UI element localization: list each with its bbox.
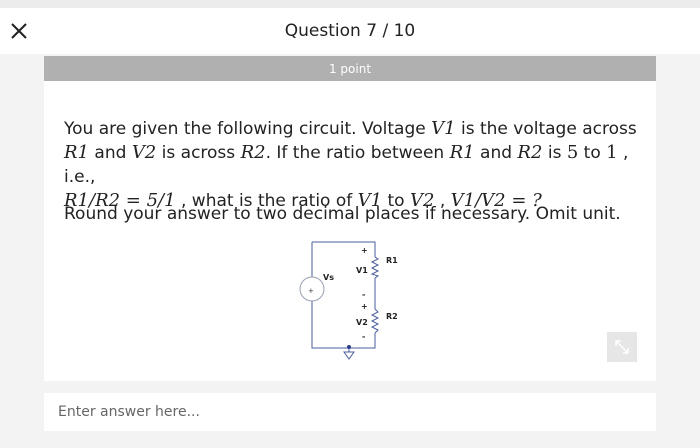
math-v1: V1: [431, 118, 456, 139]
math-r2: R2: [517, 142, 543, 163]
question-text-part: is the voltage across: [455, 119, 637, 139]
expand-icon: [615, 340, 629, 354]
answer-input[interactable]: [44, 393, 656, 431]
question-text-part: is across: [156, 143, 241, 163]
label-r1: R1: [386, 256, 398, 265]
math-r1: R1: [64, 142, 90, 163]
question-text-part: and: [474, 143, 518, 163]
label-v2: V2: [356, 318, 368, 327]
question-text-part: . If the ratio between: [265, 143, 450, 163]
math-r1: R1: [449, 142, 475, 163]
question-text-part: to: [578, 143, 607, 163]
v1-minus-sign: -: [362, 290, 365, 299]
source-plus-sign: +: [308, 287, 314, 295]
v1-plus-sign: +: [361, 246, 368, 255]
label-v1: V1: [356, 266, 368, 275]
instruction-text: Round your answer to two decimal places …: [64, 204, 621, 224]
label-vs: Vs: [323, 273, 334, 282]
expand-image-button[interactable]: [607, 332, 637, 362]
question-text-part: You are given the following circuit. Vol…: [64, 119, 432, 139]
math-five: 5: [566, 142, 579, 163]
question-title: Question 7 / 10: [284, 21, 416, 41]
math-r2: R2: [240, 142, 266, 163]
math-v2: V2: [131, 142, 157, 163]
points-bar: 1 point: [44, 56, 656, 81]
label-r2: R2: [386, 312, 398, 321]
points-label: 1 point: [328, 61, 372, 76]
math-one: 1: [606, 142, 618, 163]
question-text-part: is: [542, 143, 567, 163]
circuit-schematic: + Vs + V1 - + V2 - R1 R2: [299, 241, 398, 360]
top-strip: [0, 0, 700, 8]
question-text-part: and: [89, 143, 132, 163]
v2-plus-sign: +: [361, 302, 368, 311]
header: Question 7 / 10: [0, 8, 700, 54]
v2-minus-sign: -: [362, 332, 365, 341]
question-text: You are given the following circuit. Vol…: [64, 117, 644, 213]
circuit-diagram: + Vs + V1 - + V2 - R1 R2: [297, 235, 402, 365]
question-card: You are given the following circuit. Vol…: [44, 81, 656, 381]
